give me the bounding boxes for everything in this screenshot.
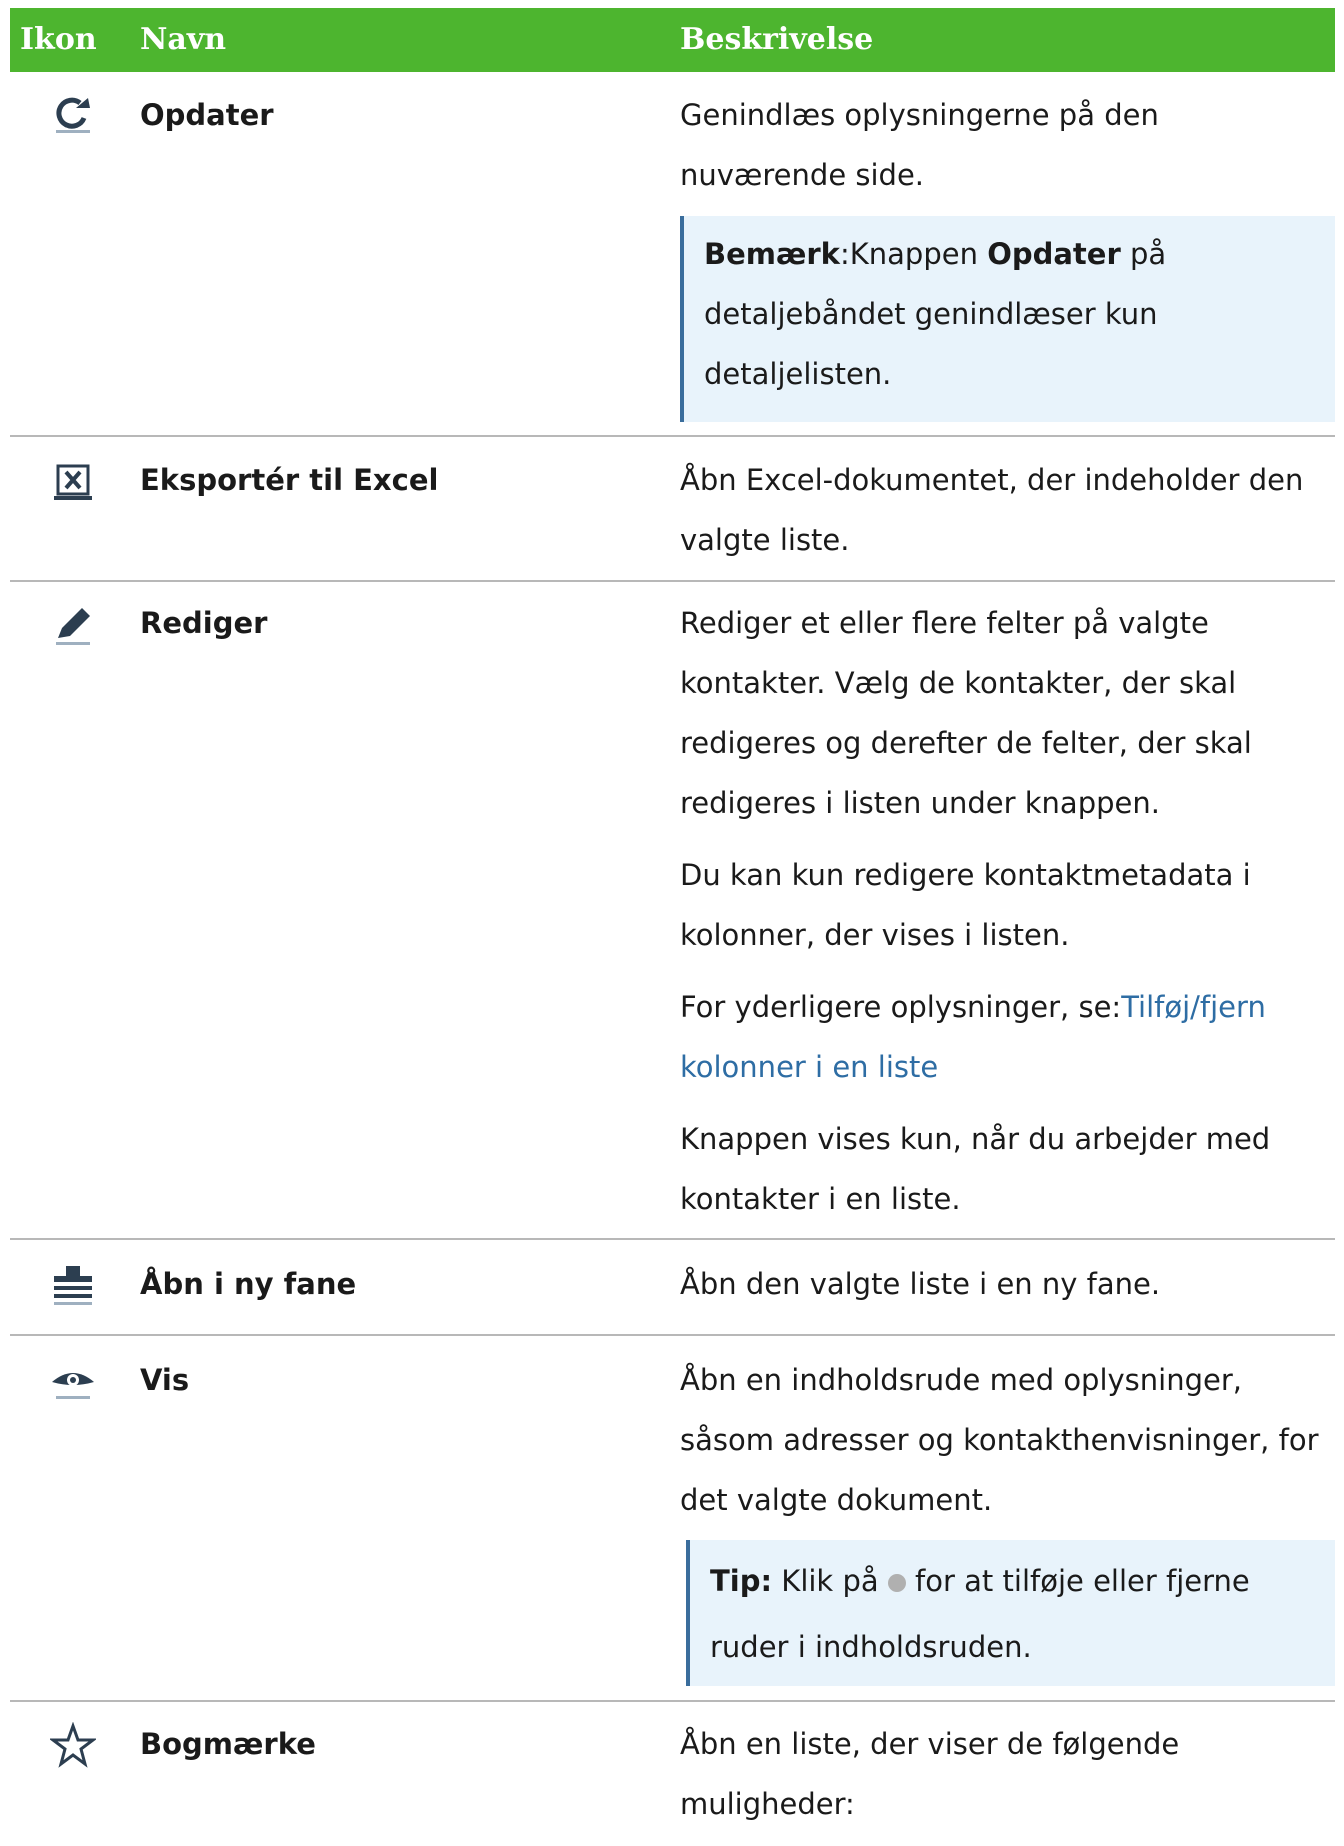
- divider: [10, 435, 1335, 437]
- row-name: Vis: [140, 1363, 190, 1397]
- row-description: Åbn den valgte liste i en ny fane.: [680, 1267, 1161, 1301]
- new-tab-icon: [54, 1266, 92, 1305]
- divider: [10, 580, 1335, 582]
- row-name: Åbn i ny fane: [140, 1267, 357, 1301]
- refresh-icon: [56, 97, 90, 133]
- row-description: Rediger et eller flere felter på valgte …: [680, 606, 1271, 1216]
- row-name: Rediger: [140, 606, 268, 640]
- tip-box: Tip: Klik på for at tilføje eller fjerne…: [686, 1540, 1335, 1686]
- row-description: Åbn Excel-dokumentet, der indeholder den…: [680, 463, 1304, 557]
- row-description: Åbn en indholdsrude med oplysninger, sås…: [680, 1363, 1319, 1517]
- note-box: Bemærk:Knappen Opdater på detaljebåndet …: [680, 216, 1335, 422]
- divider: [10, 1334, 1335, 1336]
- header-name: Navn: [140, 22, 227, 57]
- eye-icon: [52, 1373, 94, 1399]
- divider: [10, 1700, 1335, 1702]
- row-name: Eksportér til Excel: [140, 463, 439, 497]
- row-name: Bogmærke: [140, 1727, 316, 1761]
- row-description: Åbn en liste, der viser de følgende muli…: [680, 1727, 1180, 1821]
- pencil-icon: [56, 608, 90, 645]
- gear-icon[interactable]: [887, 1574, 906, 1592]
- divider: [10, 1238, 1335, 1240]
- row-name: Opdater: [140, 98, 274, 132]
- header-description: Beskrivelse: [680, 22, 874, 57]
- row-description: Genindlæs oplysningerne på den nuværende…: [680, 98, 1159, 192]
- header-icon: Ikon: [20, 22, 97, 57]
- excel-export-icon: [54, 464, 92, 500]
- table-header: Ikon Navn Beskrivelse: [10, 8, 1335, 72]
- star-icon: [50, 1722, 96, 1768]
